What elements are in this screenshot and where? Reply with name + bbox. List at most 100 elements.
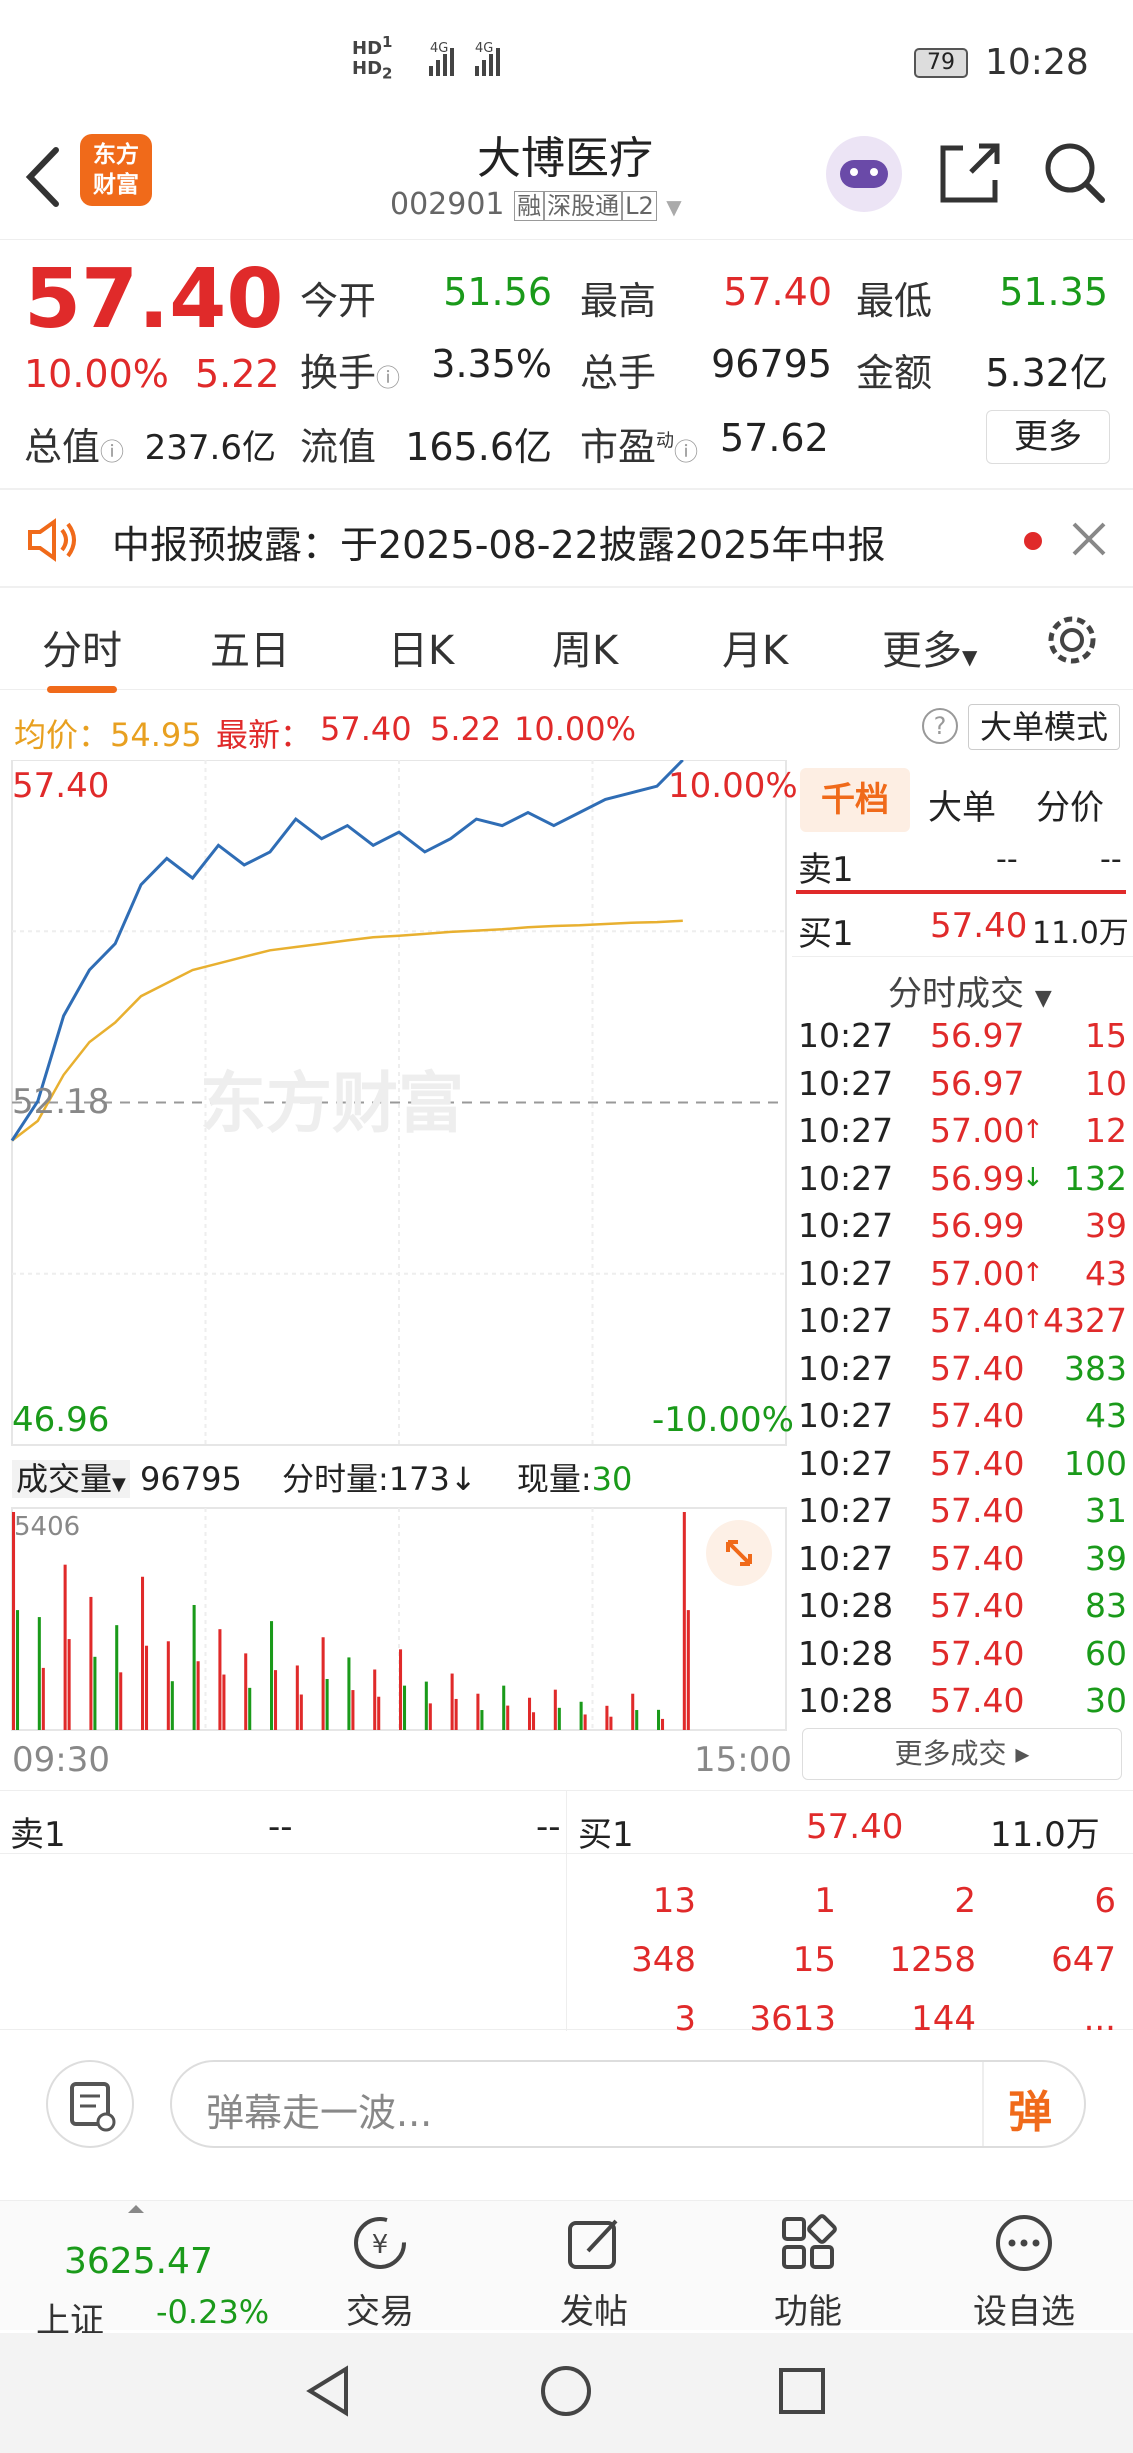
volume-bar — [119, 1672, 123, 1730]
tick-volume: 39 — [1085, 1206, 1127, 1245]
info-icon[interactable]: ⓘ — [674, 438, 698, 466]
amount-value: 5.32亿 — [985, 351, 1108, 395]
tick-row: 10:27 57.40 39 — [792, 1539, 1133, 1586]
svg-text:4G: 4G — [475, 41, 493, 56]
tick-volume: 43 — [1085, 1253, 1127, 1293]
volume-bar — [557, 1707, 561, 1730]
recents-square-icon[interactable] — [776, 2365, 828, 2417]
order-book: 卖1 -- -- 买1 57.40 11.0万 13 1 2 6 348 15 1258 64… — [0, 1790, 1133, 2039]
chart-tabs: 分时 五日 日K 周K 月K 更多▼ — [0, 590, 1133, 693]
battery-level: 79 — [927, 50, 955, 75]
tick-volume: 12 — [1085, 1111, 1127, 1150]
volume-bar — [218, 1629, 222, 1730]
volume-bar — [295, 1665, 299, 1730]
volume-bar — [506, 1705, 510, 1730]
close-icon[interactable] — [1070, 520, 1108, 558]
more-button[interactable]: 更多 — [986, 410, 1110, 464]
home-circle-icon[interactable] — [538, 2363, 594, 2419]
volume-bar — [347, 1657, 351, 1730]
search-icon[interactable] — [1040, 138, 1110, 208]
nav-watchlist-label: 设自选 — [973, 2292, 1075, 2332]
tab-price-distribution[interactable]: 分价 — [1036, 780, 1104, 829]
share-icon[interactable] — [935, 138, 1005, 208]
chevron-down-icon[interactable]: ▼ — [666, 195, 681, 219]
tick-volume: 100 — [1064, 1443, 1127, 1483]
arrow-up-icon: ↑ — [1022, 1115, 1044, 1145]
back-arrow-icon[interactable] — [22, 142, 62, 212]
change-percent: 10.00% — [24, 352, 169, 396]
tick-price: 57.40 — [930, 1538, 1025, 1578]
low-value: 51.35 — [999, 270, 1108, 314]
more-ticks-button[interactable]: 更多成交 ▸ — [802, 1728, 1122, 1780]
volume-bar — [192, 1604, 196, 1730]
tick-price: 57.40 — [930, 1301, 1025, 1340]
tick-row: 10:27 57.40 383 — [792, 1349, 1133, 1396]
y-axis-bottom: 46.96 — [12, 1400, 110, 1440]
danmaku-input[interactable]: 弹幕走一波... 弹 — [170, 2060, 1086, 2148]
volume-bar — [321, 1637, 325, 1730]
back-triangle-icon[interactable] — [304, 2363, 354, 2419]
index-value[interactable]: 3625.47 — [64, 2241, 213, 2282]
tab-five-day[interactable]: 五日 — [210, 618, 290, 676]
nav-functions[interactable]: 功能 — [728, 2211, 888, 2333]
robot-assistant-icon[interactable] — [826, 136, 902, 212]
index-change[interactable]: -0.23% — [156, 2293, 269, 2331]
tick-row: 10:27 56.97 15 — [792, 1016, 1133, 1063]
expand-icon[interactable] — [706, 1520, 772, 1586]
queue-cell: 13 — [652, 1881, 696, 1921]
tick-time: 10:27 — [798, 1111, 894, 1150]
nav-post[interactable]: 发帖 — [514, 2211, 674, 2333]
order-queue: 13 1 2 6 348 15 1258 647 3 3613 144... — [566, 1861, 1133, 2039]
intraday-chart[interactable]: 东方财富 57.40 10.00% 52.18 46.96 -10.00% 成交… — [0, 758, 798, 1780]
tab-weekly-k[interactable]: 周K — [552, 618, 618, 676]
queue-cell: 3 — [674, 1999, 696, 2039]
caret-up-icon[interactable] — [126, 2203, 146, 2215]
tab-indicator — [47, 686, 117, 693]
volume-bar — [424, 1681, 428, 1730]
volume-bar — [635, 1710, 639, 1730]
svg-text:4G: 4G — [430, 41, 448, 56]
tick-row: 10:27 56.97 10 — [792, 1064, 1133, 1111]
volume-bar — [609, 1716, 613, 1730]
ticks-header[interactable]: 分时成交 ▼ — [888, 966, 1052, 1015]
volume-bar — [115, 1625, 119, 1730]
pe-label: 市盈动ⓘ — [580, 425, 699, 469]
nav-post-label: 发帖 — [560, 2292, 628, 2332]
volume-total: 96795 — [140, 1460, 242, 1498]
last-price: 57.40 — [24, 252, 284, 347]
volume-bar — [377, 1696, 381, 1730]
tab-intraday[interactable]: 分时 — [42, 618, 122, 693]
tab-daily-k[interactable]: 日K — [388, 618, 454, 676]
tick-price: 56.97 — [930, 1063, 1025, 1103]
tab-big-orders[interactable]: 大单 — [928, 780, 996, 829]
volume-bar — [145, 1645, 149, 1730]
queue-cell: ... — [1083, 1999, 1116, 2039]
info-icon[interactable]: ⓘ — [376, 364, 400, 392]
volume-bar — [351, 1690, 355, 1730]
big-order-mode-button[interactable]: 大单模式 — [968, 704, 1120, 750]
tab-monthly-k[interactable]: 月K — [722, 618, 788, 676]
tab-order-depth[interactable]: 千档 — [800, 768, 910, 832]
buy1-volume: 11.0万 — [1032, 916, 1129, 951]
nav-watchlist[interactable]: 设自选 — [944, 2211, 1104, 2333]
queue-cell: 647 — [1051, 1940, 1116, 1980]
tick-row: 10:28 57.40 83 — [792, 1586, 1133, 1633]
volume-indicator-dropdown[interactable]: 成交量▼ — [12, 1460, 130, 1498]
gear-icon[interactable] — [1044, 612, 1100, 668]
queue-cell: 1258 — [889, 1940, 976, 1980]
danmaku-settings-icon[interactable] — [46, 2060, 134, 2148]
info-icon[interactable]: ⓘ — [100, 438, 124, 466]
nav-trade[interactable]: ¥ 交易 — [300, 2211, 460, 2333]
tick-time: 10:27 — [798, 1063, 894, 1103]
tick-price: 57.40 — [930, 1348, 1025, 1388]
announcement-bar[interactable]: 中报预披露：于2025-08-22披露2025年中报 — [0, 488, 1133, 588]
danmaku-send-button[interactable]: 弹 — [1008, 2076, 1052, 2140]
tick-row: 10:27 57.40 43 — [792, 1396, 1133, 1443]
tab-more[interactable]: 更多▼ — [882, 618, 977, 676]
tick-volume: 4327 — [1043, 1301, 1127, 1340]
help-icon[interactable]: ? — [922, 708, 958, 744]
tick-price: 57.40 — [930, 1443, 1025, 1483]
speaker-icon — [28, 518, 76, 562]
volume-bar — [244, 1653, 248, 1730]
high-value: 57.40 — [723, 270, 832, 314]
